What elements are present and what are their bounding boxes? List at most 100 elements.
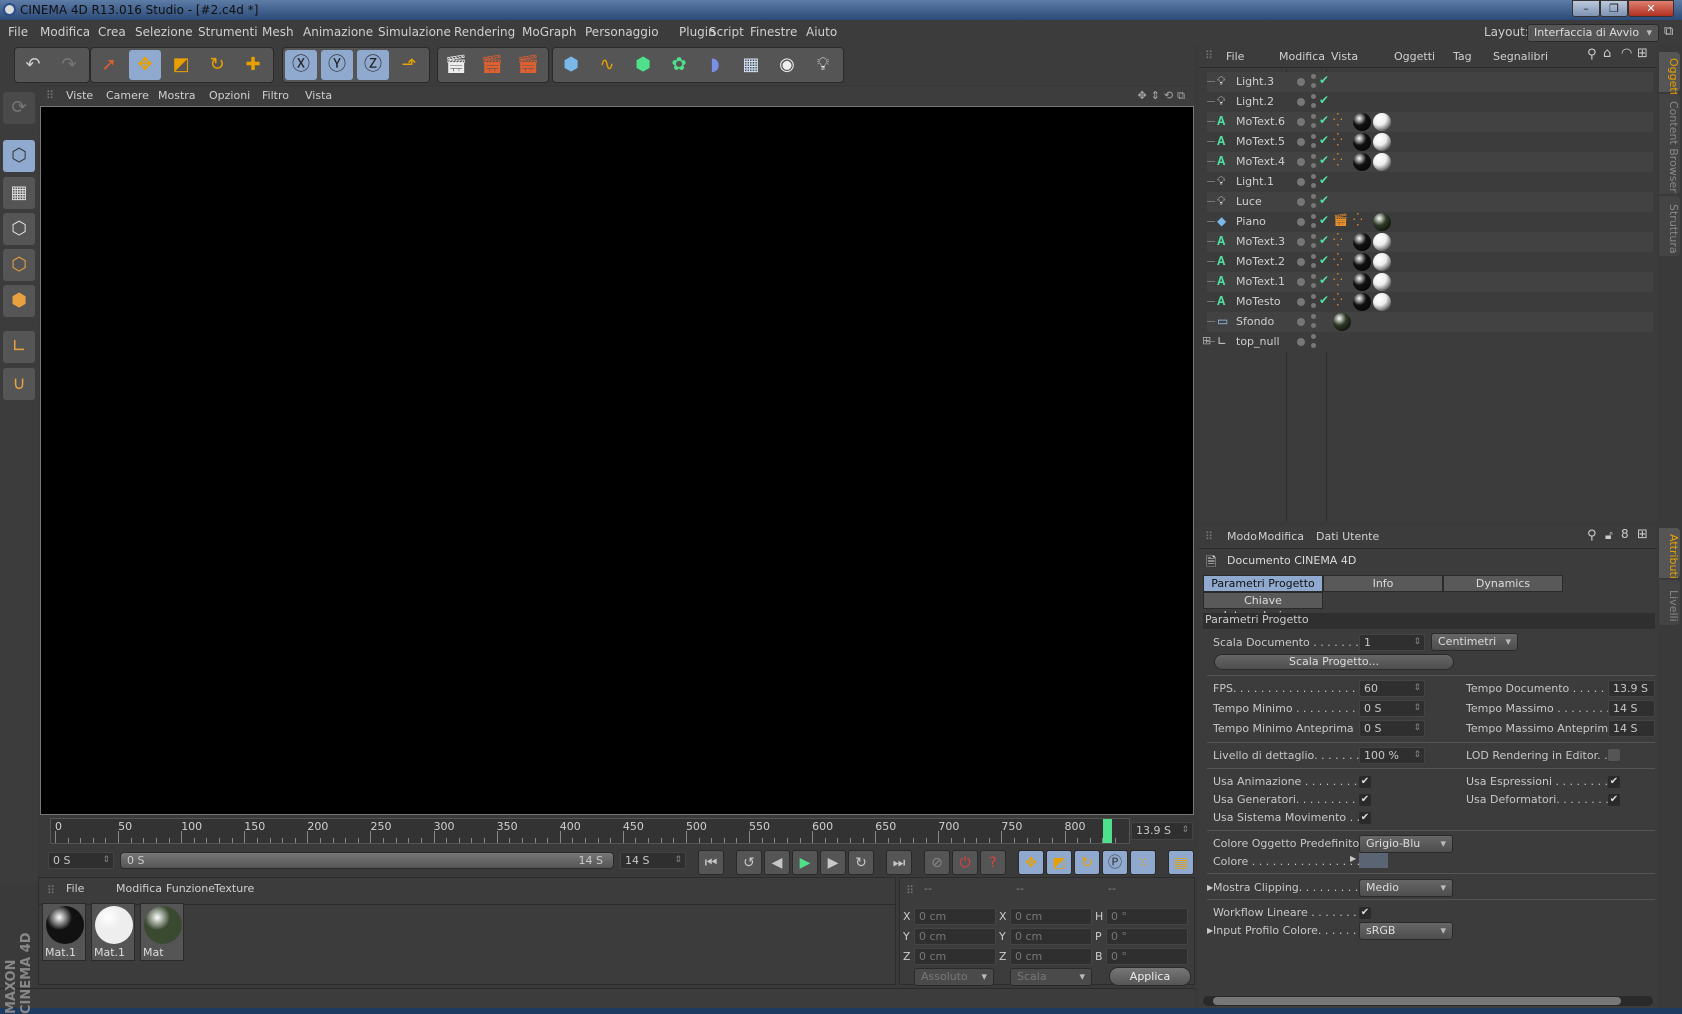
end-time-field[interactable]: 14 S ⇕ <box>620 852 686 869</box>
material-tag-icon[interactable] <box>1353 233 1371 251</box>
material-tag-icon[interactable] <box>1353 133 1371 151</box>
object-name[interactable]: MoText.3 <box>1236 235 1285 248</box>
new-panel-icon[interactable]: ⊞ <box>1637 46 1648 61</box>
object-name[interactable]: Light.1 <box>1236 175 1274 188</box>
object-row[interactable]: ◆ Piano ✔ 🎬︎ ⁛ <box>1207 212 1653 232</box>
material-tag-icon[interactable] <box>1353 293 1371 311</box>
editor-visibility-dot[interactable] <box>1311 114 1316 119</box>
object-row[interactable]: 𝐀 MoTesto ✔ ⁛ <box>1207 292 1653 312</box>
render-view-icon[interactable]: 🎬︎ <box>440 50 472 80</box>
motion-graph-tag-icon[interactable]: ⁛ <box>1333 273 1343 287</box>
render-visibility-dot[interactable] <box>1311 83 1316 88</box>
x-axis-icon[interactable]: Ⓧ <box>285 50 317 80</box>
viewport-nav-icons[interactable]: ✥⇕⟲⧉ <box>1137 89 1189 103</box>
lod-checkbox[interactable] <box>1608 749 1620 761</box>
object-row[interactable]: 𝐀 MoText.5 ✔ ⁛ <box>1207 132 1653 152</box>
material-menu-texture[interactable]: Texture <box>214 882 254 895</box>
record-scale-button[interactable]: ◩ <box>1046 850 1072 875</box>
new-panel-icon[interactable]: ⊞ <box>1637 527 1648 542</box>
render-picture-viewer-icon[interactable]: 🎬︎ <box>476 50 508 80</box>
tempo-massimo-field[interactable]: 14 S <box>1608 700 1655 717</box>
model-mode-icon[interactable]: ⬡ <box>3 140 35 172</box>
object-row[interactable]: 💡︎ Light.2 ✔ <box>1207 92 1653 112</box>
floor-icon[interactable]: ▦ <box>735 50 767 80</box>
motion-graph-tag-icon[interactable]: ⁛ <box>1333 233 1343 247</box>
material-menu-file[interactable]: File <box>66 882 84 895</box>
object-menu-oggetti[interactable]: Oggetti <box>1394 50 1435 63</box>
undo-icon[interactable]: ↶ <box>17 50 49 80</box>
motion-graph-tag-icon[interactable]: ⁛ <box>1333 153 1343 167</box>
autokeying-button[interactable]: ⏻ <box>952 850 978 875</box>
motion-graph-tag-icon[interactable]: ⁛ <box>1333 293 1343 307</box>
object-row[interactable]: ∟ top_null ⊞ <box>1202 332 1653 352</box>
scrollbar-thumb[interactable] <box>1213 997 1621 1005</box>
camera-icon[interactable]: ◉ <box>771 50 803 80</box>
object-row[interactable]: 𝐀 MoText.3 ✔ ⁛ <box>1207 232 1653 252</box>
menu-modifica[interactable]: Modifica <box>40 25 90 39</box>
material-tag-icon[interactable] <box>1373 273 1391 291</box>
visibility-dot[interactable] <box>1297 218 1305 226</box>
make-editable-icon[interactable]: ⟳ <box>3 92 35 124</box>
editor-visibility-dot[interactable] <box>1311 254 1316 259</box>
coordinate-system-icon[interactable]: ⬏ <box>393 50 425 80</box>
z-axis-icon[interactable]: Ⓩ <box>357 50 389 80</box>
enabled-check-icon[interactable]: ✔ <box>1319 253 1329 267</box>
attribute-menu-modo[interactable]: Modo <box>1227 530 1257 543</box>
material-menu-funzione[interactable]: Funzione <box>166 882 215 895</box>
enabled-check-icon[interactable]: ✔ <box>1319 193 1329 207</box>
viewport-menu-vista[interactable]: Vista <box>305 89 332 102</box>
render-visibility-dot[interactable] <box>1311 203 1316 208</box>
material-tag-icon[interactable] <box>1373 153 1391 171</box>
object-name[interactable]: Piano <box>1236 215 1266 228</box>
object-name[interactable]: MoText.6 <box>1236 115 1285 128</box>
menu-finestre[interactable]: Finestre <box>750 25 797 39</box>
expand-arrow-icon[interactable]: ▶ <box>1350 854 1356 863</box>
render-visibility-dot[interactable] <box>1311 343 1316 348</box>
array-icon[interactable]: ✿ <box>663 50 695 80</box>
cube-icon[interactable]: ⬢ <box>555 50 587 80</box>
scheme-settings-button[interactable]: ▤ <box>1168 850 1194 875</box>
material-tag-icon[interactable] <box>1333 313 1351 331</box>
livello-field[interactable]: 100 % ⇕ <box>1359 747 1425 764</box>
menu-strumenti[interactable]: Strumenti <box>198 25 258 39</box>
side-tab-livelli[interactable]: Livelli <box>1659 580 1680 625</box>
object-row[interactable]: 💡︎ Luce ✔ <box>1207 192 1653 212</box>
object-row[interactable]: 𝐀 MoText.2 ✔ ⁛ <box>1207 252 1653 272</box>
motion-graph-tag-icon[interactable]: ⁛ <box>1353 213 1363 227</box>
render-visibility-dot[interactable] <box>1311 303 1316 308</box>
panel-grip-icon[interactable]: ⠿ <box>1205 49 1213 62</box>
nurbs-icon[interactable]: ⬢ <box>627 50 659 80</box>
menu-animazione[interactable]: Animazione <box>303 25 373 39</box>
material-menu-modifica[interactable]: Modifica <box>116 882 162 895</box>
side-tab-attributi[interactable]: Attributi <box>1659 528 1680 579</box>
record-rotation-button[interactable]: ↻ <box>1074 850 1100 875</box>
coord-field[interactable]: 0 ° <box>1106 928 1188 945</box>
enabled-check-icon[interactable]: ✔ <box>1319 293 1329 307</box>
lock-icon[interactable]: 🔓︎ <box>1605 528 1613 543</box>
rotate-icon[interactable]: ↻ <box>201 50 233 80</box>
visibility-dot[interactable] <box>1297 138 1305 146</box>
coord-field[interactable]: 0 cm <box>1010 928 1092 945</box>
render-visibility-dot[interactable] <box>1311 263 1316 268</box>
fps-field[interactable]: 60 ⇕ <box>1359 680 1425 697</box>
object-name[interactable]: Luce <box>1236 195 1262 208</box>
deformer-icon[interactable]: ◗ <box>699 50 731 80</box>
editor-visibility-dot[interactable] <box>1311 154 1316 159</box>
play-button[interactable]: ▶ <box>792 850 818 875</box>
object-row[interactable]: 𝐀 MoText.4 ✔ ⁛ <box>1207 152 1653 172</box>
3d-viewport[interactable] <box>40 106 1194 815</box>
points-mode-icon[interactable]: ⬡ <box>3 213 35 245</box>
render-visibility-dot[interactable] <box>1311 323 1316 328</box>
live-selection-icon[interactable]: ➚ <box>93 50 125 80</box>
minimize-button[interactable]: – <box>1572 0 1600 17</box>
search-icon[interactable]: ⚲ <box>1587 47 1597 62</box>
object-row[interactable]: ▭ Sfondo <box>1207 312 1653 332</box>
coord-field[interactable]: 0 cm <box>1010 908 1092 925</box>
usa-deformatori-checkbox[interactable]: ✔ <box>1608 794 1620 806</box>
material-swatch[interactable]: Mat.1 <box>91 903 135 961</box>
visibility-dot[interactable] <box>1297 258 1305 266</box>
render-visibility-dot[interactable] <box>1311 123 1316 128</box>
previous-frame-button[interactable]: ◀ <box>764 850 790 875</box>
menu-file[interactable]: File <box>8 25 28 39</box>
menu-personaggio[interactable]: Personaggio <box>585 25 659 39</box>
